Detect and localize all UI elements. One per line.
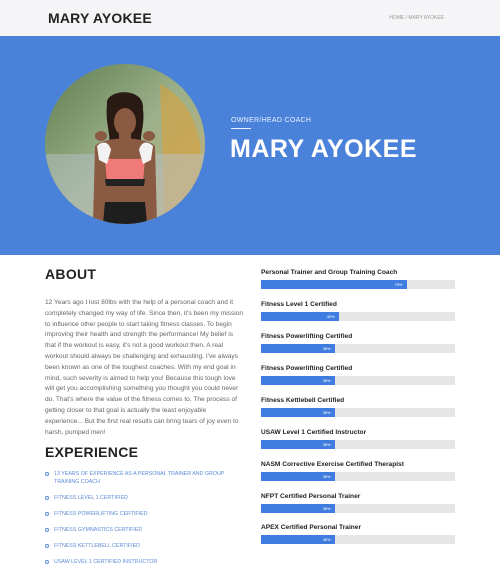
progress-percent: 75% <box>394 282 403 287</box>
progress-fill: 38% <box>261 504 335 513</box>
certification-skill: Personal Trainer and Group Training Coac… <box>261 269 455 289</box>
experience-item: USAW LEVEL 1 CERTIFIED INSTRUCTOR <box>45 558 245 566</box>
role-label: OWNER/HEAD COACH <box>231 117 312 124</box>
certification-title: Fitness Powerlifting Certified <box>261 333 353 340</box>
progress-fill: 38% <box>261 472 335 481</box>
certification-title: Fitness Level 1 Certified <box>261 301 337 308</box>
certification-title: USAW Level 1 Certified Instructor <box>261 429 367 436</box>
experience-heading: EXPERIENCE <box>45 444 139 460</box>
progress-track: 75% <box>261 280 455 289</box>
progress-percent: 38% <box>322 410 331 415</box>
progress-fill: 38% <box>261 440 335 449</box>
certification-title: NASM Corrective Exercise Certified Thera… <box>261 461 404 468</box>
certification-skill: Fitness Powerlifting Certified 38% <box>261 365 455 385</box>
experience-item-text: FITNESS GYMNASTICS CERTIFIED <box>54 527 143 533</box>
bullet-circle-icon <box>45 527 49 532</box>
bullet-circle-icon <box>45 559 49 564</box>
about-paragraph: 12 Years ago I lost 80lbs with the help … <box>45 299 244 436</box>
bullet-circle-icon <box>45 495 49 500</box>
experience-item: 13 YEARS OF EXPERIENCE AS A PERSONAL TRA… <box>45 470 245 486</box>
experience-item-text: USAW LEVEL 1 CERTIFIED INSTRUCTOR <box>54 559 158 565</box>
certification-title: Personal Trainer and Group Training Coac… <box>261 269 398 276</box>
certification-skill: Fitness Level 1 Certified 40% <box>261 301 455 321</box>
certification-title: NFPT Certified Personal Trainer <box>261 493 361 500</box>
progress-percent: 38% <box>322 442 331 447</box>
experience-item-text: 13 YEARS OF EXPERIENCE AS A PERSONAL TRA… <box>54 471 225 485</box>
certification-skill: Fitness Powerlifting Certified 38% <box>261 333 455 353</box>
certification-skill: USAW Level 1 Certified Instructor 38% <box>261 429 455 449</box>
progress-fill: 38% <box>261 344 335 353</box>
coach-portrait-image <box>45 64 205 224</box>
experience-item-text: FITNESS KETTLEBELL CERTIFIED <box>54 543 140 549</box>
experience-item: FITNESS GYMNASTICS CERTIFIED <box>45 526 245 534</box>
coach-name-heading: MARY AYOKEE <box>230 135 418 163</box>
certification-skill: NASM Corrective Exercise Certified Thera… <box>261 461 455 481</box>
progress-track: 38% <box>261 535 455 544</box>
site-title[interactable]: MARY AYOKEE <box>48 10 152 26</box>
certification-title: Fitness Kettlebell Certified <box>261 397 345 404</box>
progress-track: 38% <box>261 504 455 513</box>
certification-skill: NFPT Certified Personal Trainer 38% <box>261 493 455 513</box>
certification-title: Fitness Powerlifting Certified <box>261 365 353 372</box>
progress-percent: 38% <box>322 346 331 351</box>
progress-percent: 38% <box>322 506 331 511</box>
progress-track: 38% <box>261 408 455 417</box>
experience-item-text: FITNESS LEVEL 1 CERTIFIED <box>54 495 128 501</box>
progress-track: 40% <box>261 312 455 321</box>
progress-percent: 40% <box>326 314 335 319</box>
bullet-circle-icon <box>45 511 49 516</box>
progress-fill: 40% <box>261 312 339 321</box>
bullet-circle-icon <box>45 471 49 476</box>
progress-track: 38% <box>261 440 455 449</box>
experience-item-text: FITNESS POWERLIFTING CERTIFIED <box>54 511 148 517</box>
progress-percent: 38% <box>322 474 331 479</box>
progress-fill: 38% <box>261 535 335 544</box>
about-heading: ABOUT <box>45 266 97 282</box>
breadcrumb[interactable]: HOME / MARY AYOKEE <box>389 15 444 21</box>
progress-track: 38% <box>261 344 455 353</box>
experience-item: FITNESS POWERLIFTING CERTIFIED <box>45 510 245 518</box>
certification-title: APEX Certified Personal Trainer <box>261 524 362 531</box>
progress-percent: 38% <box>322 378 331 383</box>
role-underline <box>231 128 251 129</box>
experience-item: FITNESS LEVEL 1 CERTIFIED <box>45 494 245 502</box>
progress-percent: 38% <box>322 537 331 542</box>
progress-fill: 38% <box>261 408 335 417</box>
progress-track: 38% <box>261 472 455 481</box>
experience-item: FITNESS KETTLEBELL CERTIFIED <box>45 542 245 550</box>
bullet-circle-icon <box>45 543 49 548</box>
progress-fill: 38% <box>261 376 335 385</box>
certification-skill: APEX Certified Personal Trainer 38% <box>261 524 455 544</box>
progress-track: 38% <box>261 376 455 385</box>
certification-skill: Fitness Kettlebell Certified 38% <box>261 397 455 417</box>
progress-fill: 75% <box>261 280 407 289</box>
top-bar: MARY AYOKEE HOME / MARY AYOKEE <box>0 0 500 36</box>
coach-photo <box>45 64 205 224</box>
